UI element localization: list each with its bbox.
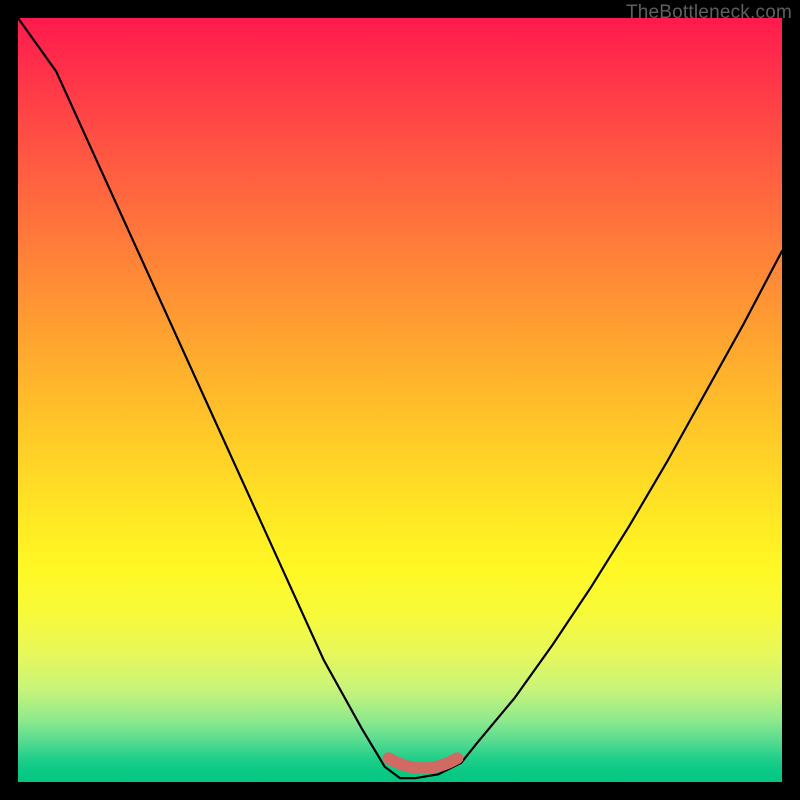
chart-frame: TheBottleneck.com [0,0,800,800]
curve-layer [18,18,782,782]
plot-area [18,18,782,782]
bottleneck-curve [18,18,782,778]
optimal-range-marker [389,758,458,768]
watermark-text: TheBottleneck.com [626,2,792,24]
